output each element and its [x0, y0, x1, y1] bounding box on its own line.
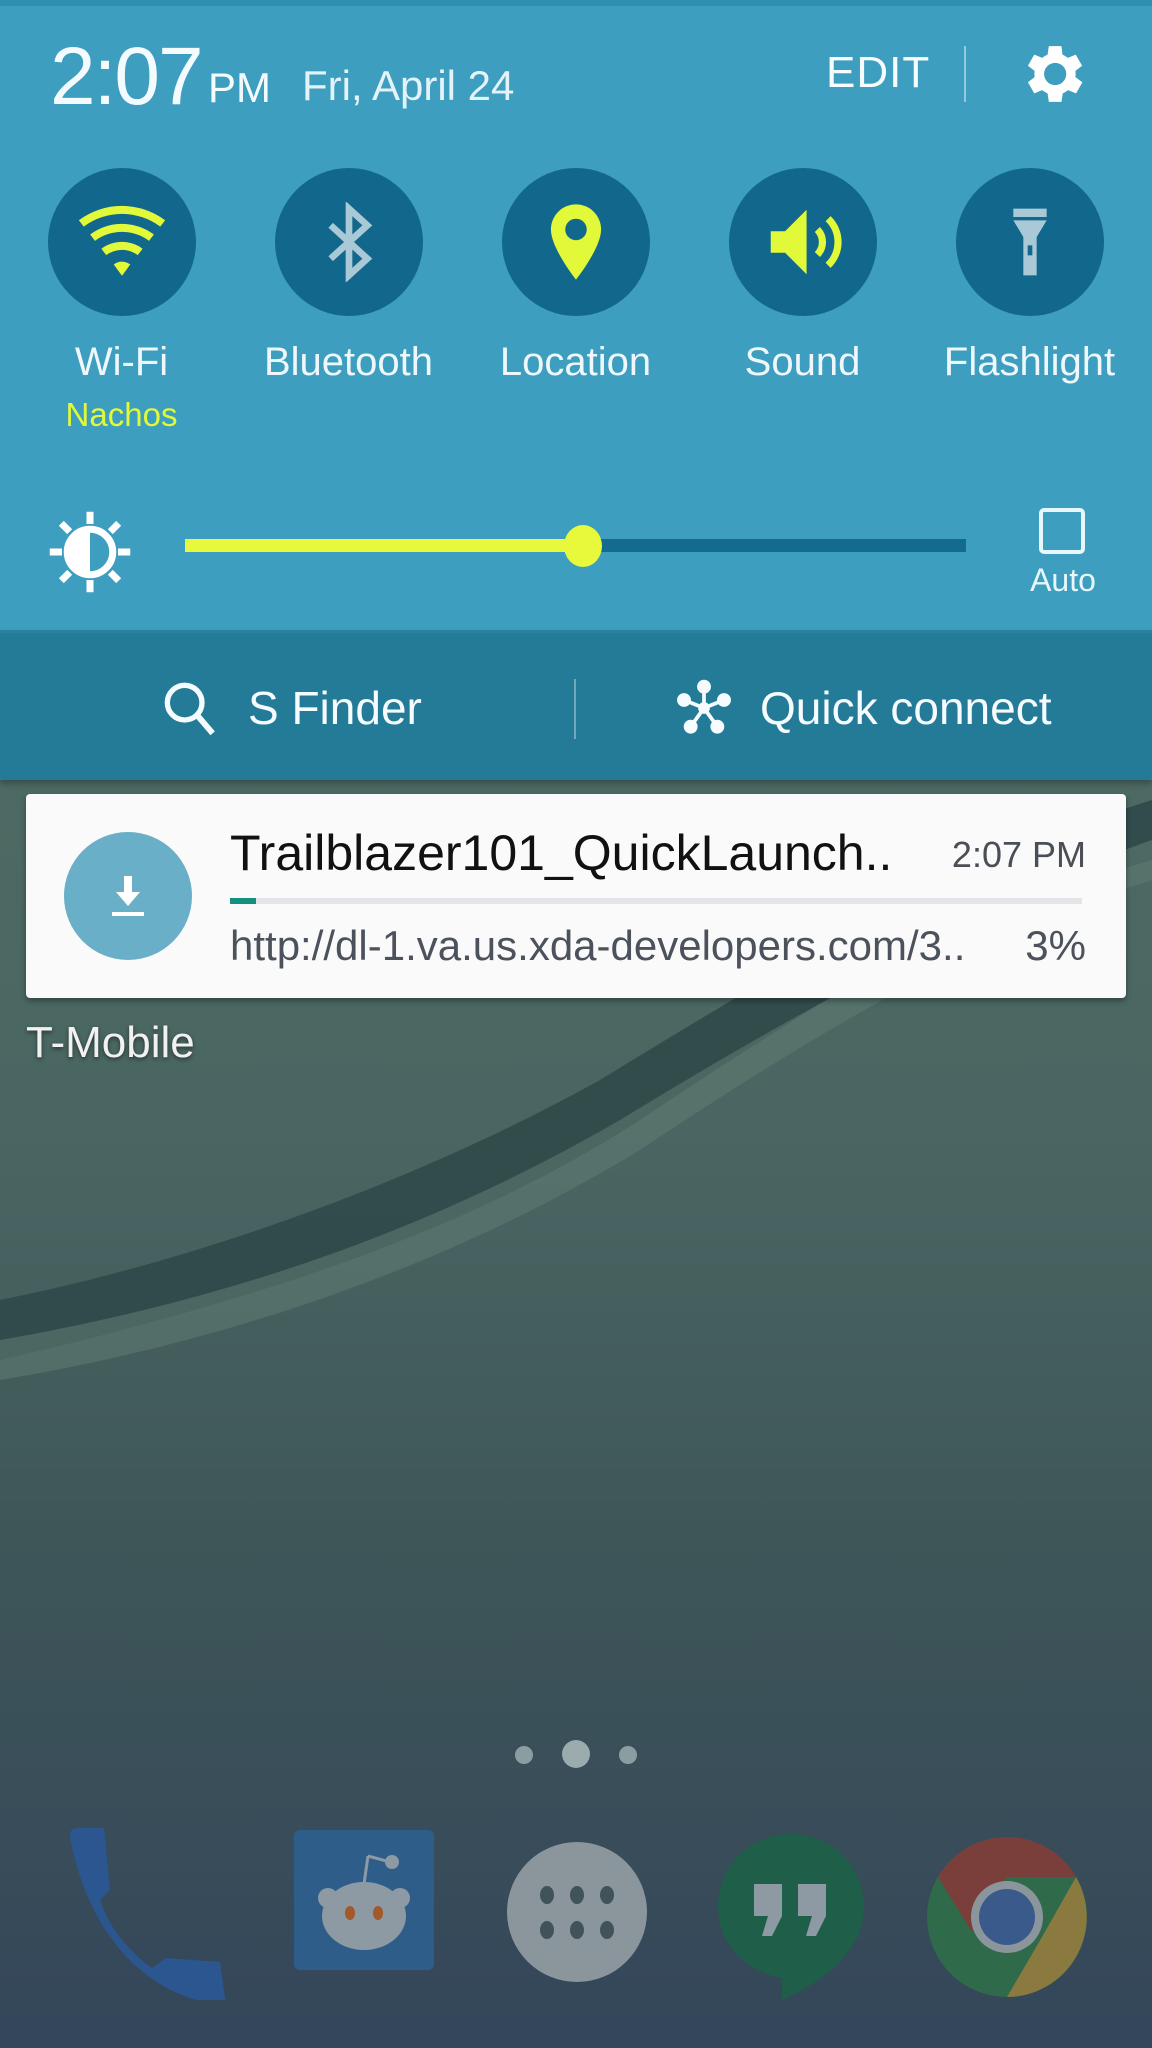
notification-time: 2:07 PM: [951, 834, 1086, 875]
notification-title: Trailblazer101_QuickLaunch..: [230, 825, 893, 881]
page-dot-1[interactable]: [515, 1746, 533, 1764]
toggle-location-button[interactable]: [501, 168, 650, 316]
gear-icon[interactable]: [1014, 36, 1090, 112]
actions-divider: [574, 679, 576, 739]
dock: [0, 1820, 1152, 2006]
download-percent: 3%: [1025, 922, 1086, 969]
dock-app-reddit[interactable]: [288, 1820, 458, 2000]
carrier-label: T-Mobile: [26, 1018, 195, 1067]
sound-icon: [770, 209, 842, 275]
quick-connect-button[interactable]: Quick connect: [672, 633, 1051, 783]
toggle-bluetooth-label: Bluetooth: [263, 340, 434, 384]
toggle-location[interactable]: Location: [462, 168, 689, 448]
page-dot-2-current[interactable]: [562, 1740, 590, 1768]
dock-app-drawer[interactable]: [505, 1820, 675, 2000]
quick-connect-label: Quick connect: [760, 682, 1052, 734]
phone-icon: [69, 1828, 227, 2006]
download-progress-bar: [230, 898, 1082, 904]
brightness-slider-thumb[interactable]: [564, 525, 603, 567]
brightness-control: Auto: [0, 490, 1152, 610]
wifi-icon: [78, 205, 165, 276]
header-divider: [964, 46, 966, 102]
toggle-sound-button[interactable]: [728, 168, 877, 316]
search-icon: [164, 682, 215, 736]
download-icon-badge: [64, 832, 192, 960]
toggle-flashlight[interactable]: Flashlight: [916, 168, 1143, 448]
toggle-sound[interactable]: Sound: [689, 168, 916, 448]
toggle-wifi[interactable]: Wi-Fi Nachos: [8, 168, 235, 448]
auto-brightness-label: Auto: [1030, 562, 1096, 598]
clock-ampm: PM: [208, 64, 271, 111]
toggle-sound-label: Sound: [744, 340, 861, 384]
auto-brightness-checkbox[interactable]: [1039, 508, 1085, 554]
toggle-location-label: Location: [499, 340, 652, 384]
download-icon: [112, 876, 144, 916]
toggle-flashlight-label: Flashlight: [943, 340, 1116, 384]
quick-settings-panel: 2:07 PM Fri, April 24 EDIT Wi-Fi Nachos …: [0, 0, 1152, 630]
location-pin-icon: [550, 204, 601, 280]
clock-time: 2:07: [50, 31, 204, 122]
toggle-flashlight-button[interactable]: [955, 168, 1104, 316]
toggle-wifi-network: Nachos: [65, 396, 178, 433]
flashlight-icon: [1012, 208, 1047, 276]
toggle-bluetooth[interactable]: Bluetooth: [235, 168, 462, 448]
brightness-slider[interactable]: [185, 525, 966, 567]
page-dot-3[interactable]: [619, 1746, 637, 1764]
toggle-bluetooth-button[interactable]: [274, 168, 423, 316]
quick-connect-icon: [677, 679, 731, 734]
edit-button[interactable]: EDIT: [826, 48, 930, 98]
dock-app-chrome[interactable]: [922, 1820, 1092, 2000]
chrome-icon: [927, 1837, 1087, 1997]
bluetooth-icon: [327, 202, 372, 282]
date-label: Fri, April 24: [302, 62, 515, 109]
s-finder-button[interactable]: S Finder: [158, 633, 422, 783]
download-progress-fill: [230, 898, 256, 904]
hangouts-icon: [718, 1834, 864, 2000]
status-strip: [0, 0, 1152, 6]
toggle-wifi-label: Wi-Fi: [74, 340, 169, 384]
brightness-icon: [49, 511, 131, 593]
quick-toggles: Wi-Fi Nachos Bluetooth Location Sound Fl…: [0, 168, 1152, 448]
reddit-icon: [294, 1830, 434, 1970]
quick-panel-actions: S Finder Quick connect: [0, 630, 1152, 780]
download-notification[interactable]: Trailblazer101_QuickLaunch.. 2:07 PM htt…: [26, 794, 1126, 998]
dock-app-hangouts[interactable]: [716, 1820, 886, 2000]
page-indicator: [0, 1736, 1152, 1772]
s-finder-label: S Finder: [248, 682, 422, 734]
notification-url: http://dl-1.va.us.xda-developers.com/3..: [230, 922, 966, 969]
dock-app-phone[interactable]: [60, 1820, 230, 2006]
app-drawer-icon: [507, 1842, 647, 1982]
toggle-wifi-button[interactable]: [47, 168, 196, 316]
brightness-slider-fill: [185, 539, 584, 552]
